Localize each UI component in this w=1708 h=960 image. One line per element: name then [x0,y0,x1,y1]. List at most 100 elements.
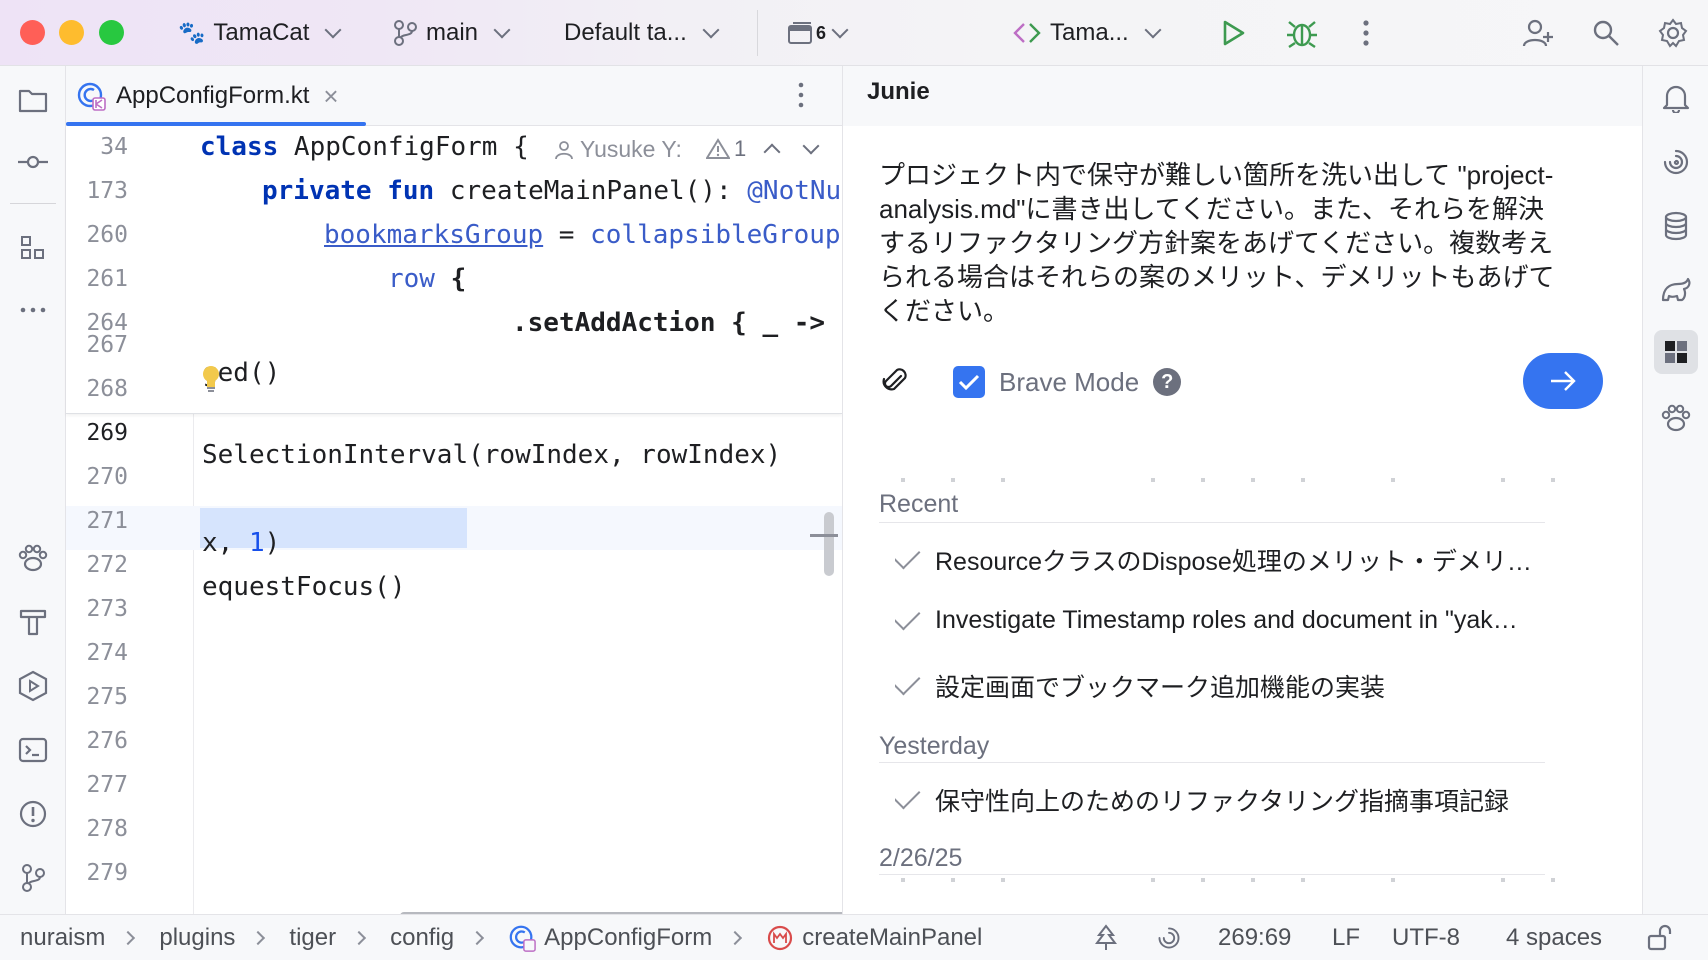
kotlin-class-icon [77,82,106,111]
maximize-window-button[interactable] [99,20,124,45]
line-ending[interactable]: LF [1332,915,1360,960]
more-vertical-icon [1363,20,1369,46]
problems-tool-button[interactable] [13,794,53,834]
more-actions-button[interactable] [1361,0,1371,66]
breadcrumb-item[interactable]: plugins [159,924,235,952]
code-editor[interactable]: AppConfigForm.kt × 34 173 260 261 264 cl… [66,66,842,914]
history-item[interactable]: ResourceクラスのDispose処理のメリット・デメリ… [895,542,1545,578]
commit-tool-button[interactable] [13,142,53,182]
more-tools-button[interactable] [13,290,53,330]
breadcrumb-item[interactable]: nuraism [20,924,105,952]
code-text: { [434,264,467,294]
close-window-button[interactable] [20,20,45,45]
tree-icon [1095,924,1117,950]
paw-plugin-tool-button[interactable] [1656,398,1696,438]
warnings-widget[interactable]: 1 [706,136,747,162]
branch-icon [394,20,417,46]
indent-setting[interactable]: 4 spaces [1506,915,1602,960]
keyword: class [200,132,279,162]
project-name: TamaCat [213,19,310,46]
breadcrumb-item[interactable]: config [390,924,454,952]
git-tool-button[interactable] [13,858,53,898]
code-line: bookmarksGroup = collapsibleGroup [324,220,841,250]
code-line: class AppConfigForm { [200,132,529,162]
notifications-tool-button[interactable] [1656,78,1696,118]
hammer-icon [19,609,47,636]
junie-icon [1665,341,1687,363]
tab-options-button[interactable] [796,80,806,115]
check-icon [895,668,921,696]
build-tool-button[interactable] [13,602,53,642]
method-icon [768,925,793,951]
run-config-icon [1013,23,1041,43]
ai-assistant-tool-button[interactable] [1656,142,1696,182]
bell-icon [1662,85,1690,113]
line-number: 267 [86,332,128,358]
gradle-icon [1661,277,1691,302]
property-reference[interactable]: bookmarksGroup [324,220,543,250]
chevron-up-icon [763,143,781,161]
settings-button[interactable] [1658,0,1688,66]
services-tool-button[interactable] [13,666,53,706]
code-with-me-button[interactable] [1522,0,1554,66]
project-widget[interactable]: 🐾 TamaCat [178,0,342,66]
send-button[interactable] [1523,353,1603,409]
selected-text: SelectionInterval [202,440,469,470]
chevron-down-icon [802,137,820,155]
chevron-right-icon [470,930,485,946]
breadcrumb-item[interactable]: tiger [289,924,336,952]
run-config-widget[interactable]: Tama... [1012,0,1162,66]
file-encoding[interactable]: UTF-8 [1392,915,1460,960]
read-only-toggle[interactable] [1646,915,1674,960]
project-tool-button[interactable] [13,80,53,120]
kotlin-class-icon [509,925,536,952]
tab-appconfigform[interactable]: AppConfigForm.kt × [66,66,366,126]
keyword: private [262,176,372,206]
line-number: 274 [86,640,128,666]
history-item[interactable]: 保守性向上のためのリファクタリング指摘事項記録 [895,782,1545,818]
debug-button[interactable] [1285,0,1319,66]
sticky-lines-panel[interactable]: 34 173 260 261 264 class AppConfigForm {… [66,126,842,414]
close-tab-icon[interactable]: × [323,81,338,112]
divider [879,762,1545,763]
task-widget[interactable]: Default ta... [564,0,720,66]
brave-mode-toggle[interactable]: Brave Mode ? [953,366,1182,398]
run-services-icon [18,670,48,702]
next-highlight-button[interactable] [802,137,820,155]
code-line: private fun createMainPanel(): @NotNu [262,176,841,206]
panel-title: Junie [867,78,930,105]
previous-highlight-button[interactable] [763,138,781,161]
author-inlay[interactable]: Yusuke Y: [554,136,684,163]
gradle-tool-button[interactable] [1656,270,1696,310]
author-name: Yusuke Y: [580,136,682,162]
prompt-input[interactable]: プロジェクト内で保守が難しい箇所を洗い出して "project-analysis… [879,158,1569,328]
intention-bulb[interactable] [200,364,222,399]
run-button[interactable] [1218,0,1248,66]
line-number: 34 [100,134,128,160]
inspections-widget[interactable] [1094,915,1118,960]
breadcrumb-item[interactable]: AppConfigForm [544,924,712,952]
chevron-down-icon [324,21,342,39]
history-item[interactable]: Investigate Timestamp roles and document… [895,606,1545,635]
brave-mode-checkbox[interactable] [953,366,985,398]
chevron-right-icon [728,930,743,946]
database-tool-button[interactable] [1656,206,1696,246]
attach-button[interactable] [881,366,909,401]
junie-tool-button[interactable] [1654,330,1698,374]
help-icon[interactable]: ? [1153,368,1182,396]
breadcrumb-item[interactable]: createMainPanel [802,924,982,952]
history-item[interactable]: 設定画面でブックマーク追加機能の実装 [895,668,1545,704]
paw-tool-button[interactable] [13,538,53,578]
windows-widget[interactable]: 6 [786,0,849,66]
line-number: 270 [86,464,128,490]
terminal-tool-button[interactable] [13,730,53,770]
line-number: 273 [86,596,128,622]
search-button[interactable] [1592,0,1620,66]
caret-position[interactable]: 269:69 [1218,915,1291,960]
warning-count: 1 [734,136,747,161]
branch-widget[interactable]: main [392,0,511,66]
structure-tool-button[interactable] [13,228,53,268]
ai-status-widget[interactable] [1156,915,1182,960]
minimize-window-button[interactable] [59,20,84,45]
vertical-scrollbar[interactable] [824,512,834,576]
